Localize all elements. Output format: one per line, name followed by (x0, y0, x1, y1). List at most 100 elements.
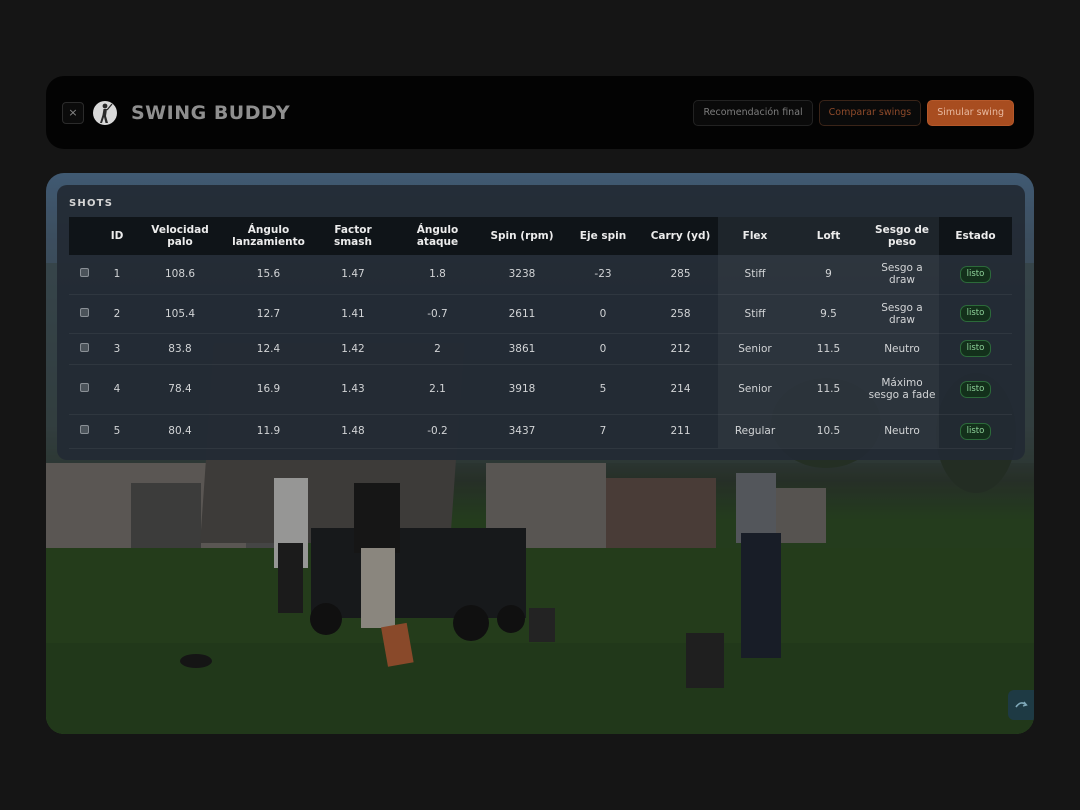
status-badge: listo (959, 380, 992, 398)
table-row[interactable]: 3 83.8 12.4 1.42 2 3861 0 212 Senior 11.… (69, 333, 1012, 364)
cell-velocidad: 83.8 (168, 342, 192, 355)
cell-lanzamiento: 12.4 (256, 342, 281, 355)
compare-swings-button[interactable]: Comparar swings (818, 99, 922, 126)
cell-carry: 285 (670, 268, 691, 281)
cell-spin: 3861 (508, 342, 536, 355)
cell-smash: 1.48 (341, 425, 365, 437)
column-header: Ángulo lanzamiento (232, 224, 305, 248)
close-button[interactable]: × (62, 101, 84, 124)
cell-loft: 9 (792, 255, 865, 294)
cell-id: 3 (113, 342, 121, 355)
cell-velocidad: 108.6 (164, 268, 196, 281)
column-header: Estado (955, 230, 996, 242)
select-column-header (69, 217, 99, 255)
cell-smash: 1.43 (341, 383, 365, 395)
shots-title: SHOTS (69, 198, 114, 209)
table-row[interactable]: 2 105.4 12.7 1.41 -0.7 2611 0 258 Stiff … (69, 294, 1012, 333)
row-checkbox[interactable] (79, 425, 89, 434)
table-row[interactable]: 5 80.4 11.9 1.48 -0.2 3437 7 211 Regular… (69, 414, 1012, 448)
column-header: Velocidad palo (151, 224, 209, 248)
cell-spin: 3238 (508, 268, 536, 281)
cell-lanzamiento: 11.9 (256, 425, 281, 437)
column-header: Flex (718, 217, 792, 255)
cell-carry: 212 (670, 342, 691, 355)
cell-carry: 211 (670, 425, 691, 437)
header-actions: Recomendación final Comparar swings Simu… (693, 99, 1014, 126)
cell-flex: Stiff (718, 294, 792, 333)
cell-loft: 11.5 (792, 333, 865, 364)
cell-id: 5 (113, 425, 121, 437)
row-select[interactable] (69, 333, 99, 364)
row-checkbox[interactable] (79, 307, 89, 317)
app-header: × SWING BUDDY Recomendación final Compar… (46, 76, 1034, 149)
row-checkbox[interactable] (79, 342, 89, 352)
column-header: ID (110, 230, 124, 242)
cell-sesgo: Sesgo a draw (865, 255, 939, 294)
cell-ataque: -0.7 (427, 307, 448, 320)
column-header: Factor smash (333, 224, 372, 248)
cell-estado: listo (939, 364, 1012, 414)
golfer-logo-icon (93, 100, 117, 125)
cell-eje: 5 (599, 383, 607, 395)
cell-velocidad: 80.4 (168, 425, 192, 437)
row-checkbox[interactable] (79, 268, 89, 278)
app-title: SWING BUDDY (131, 101, 291, 124)
cell-carry: 258 (670, 307, 691, 320)
status-badge: listo (959, 305, 992, 322)
cell-ataque: 2.1 (429, 383, 446, 395)
cell-flex: Stiff (718, 255, 792, 294)
row-select[interactable] (69, 294, 99, 333)
shots-table: ID Velocidad palo Ángulo lanzamiento Fac… (69, 217, 1012, 449)
cell-loft: 9.5 (792, 294, 865, 333)
status-badge: listo (959, 265, 992, 283)
cell-lanzamiento: 16.9 (256, 383, 281, 395)
cell-eje: -23 (594, 268, 612, 281)
column-header: Eje spin (579, 230, 627, 242)
cell-smash: 1.41 (341, 307, 365, 320)
cell-ataque: 1.8 (429, 268, 446, 281)
cell-id: 1 (113, 268, 121, 281)
cell-sesgo: Sesgo a draw (865, 294, 939, 333)
column-header: Spin (rpm) (490, 230, 554, 242)
table-header-row: ID Velocidad palo Ángulo lanzamiento Fac… (69, 217, 1012, 255)
row-select[interactable] (69, 414, 99, 448)
column-header: Ángulo ataque (416, 224, 459, 248)
cell-eje: 0 (599, 342, 607, 355)
row-select[interactable] (69, 255, 99, 294)
swap-icon (1015, 701, 1028, 708)
close-icon: × (68, 106, 78, 119)
simulate-swing-button[interactable]: Simular swing (927, 99, 1014, 126)
swap-button[interactable] (1008, 690, 1034, 720)
table-row[interactable]: 1 108.6 15.6 1.47 1.8 3238 -23 285 Stiff… (69, 255, 1012, 294)
status-badge: listo (959, 340, 992, 357)
cell-estado: listo (939, 333, 1012, 364)
cell-estado: listo (939, 255, 1012, 294)
cell-flex: Senior (718, 333, 792, 364)
cell-loft: 11.5 (792, 364, 865, 414)
cell-lanzamiento: 15.6 (256, 268, 281, 281)
cell-sesgo: Neutro (865, 414, 939, 448)
cell-eje: 0 (599, 307, 607, 320)
cell-sesgo: Máximo sesgo a fade (865, 364, 939, 414)
cell-spin: 3918 (508, 383, 536, 395)
cell-id: 2 (113, 307, 121, 320)
cell-ataque: 2 (434, 342, 441, 355)
cell-flex: Senior (718, 364, 792, 414)
cell-id: 4 (113, 383, 121, 395)
row-checkbox[interactable] (79, 383, 89, 392)
shots-panel: SHOTS ID Velocidad palo Ángulo lanzamien… (57, 185, 1025, 460)
row-select[interactable] (69, 364, 99, 414)
table-row[interactable]: 4 78.4 16.9 1.43 2.1 3918 5 214 Senior 1… (69, 364, 1012, 414)
final-recommendation-button[interactable]: Recomendación final (693, 99, 813, 126)
cell-spin: 3437 (508, 425, 536, 437)
cell-velocidad: 105.4 (164, 307, 196, 320)
cell-velocidad: 78.4 (168, 383, 192, 395)
status-badge: listo (959, 422, 992, 440)
cell-estado: listo (939, 414, 1012, 448)
column-header: Carry (yd) (650, 230, 711, 242)
video-stage: SHOTS ID Velocidad palo Ángulo lanzamien… (46, 173, 1034, 734)
column-header: Sesgo de peso (865, 217, 939, 255)
cell-loft: 10.5 (792, 414, 865, 448)
cell-spin: 2611 (508, 307, 536, 320)
cell-ataque: -0.2 (427, 425, 448, 437)
